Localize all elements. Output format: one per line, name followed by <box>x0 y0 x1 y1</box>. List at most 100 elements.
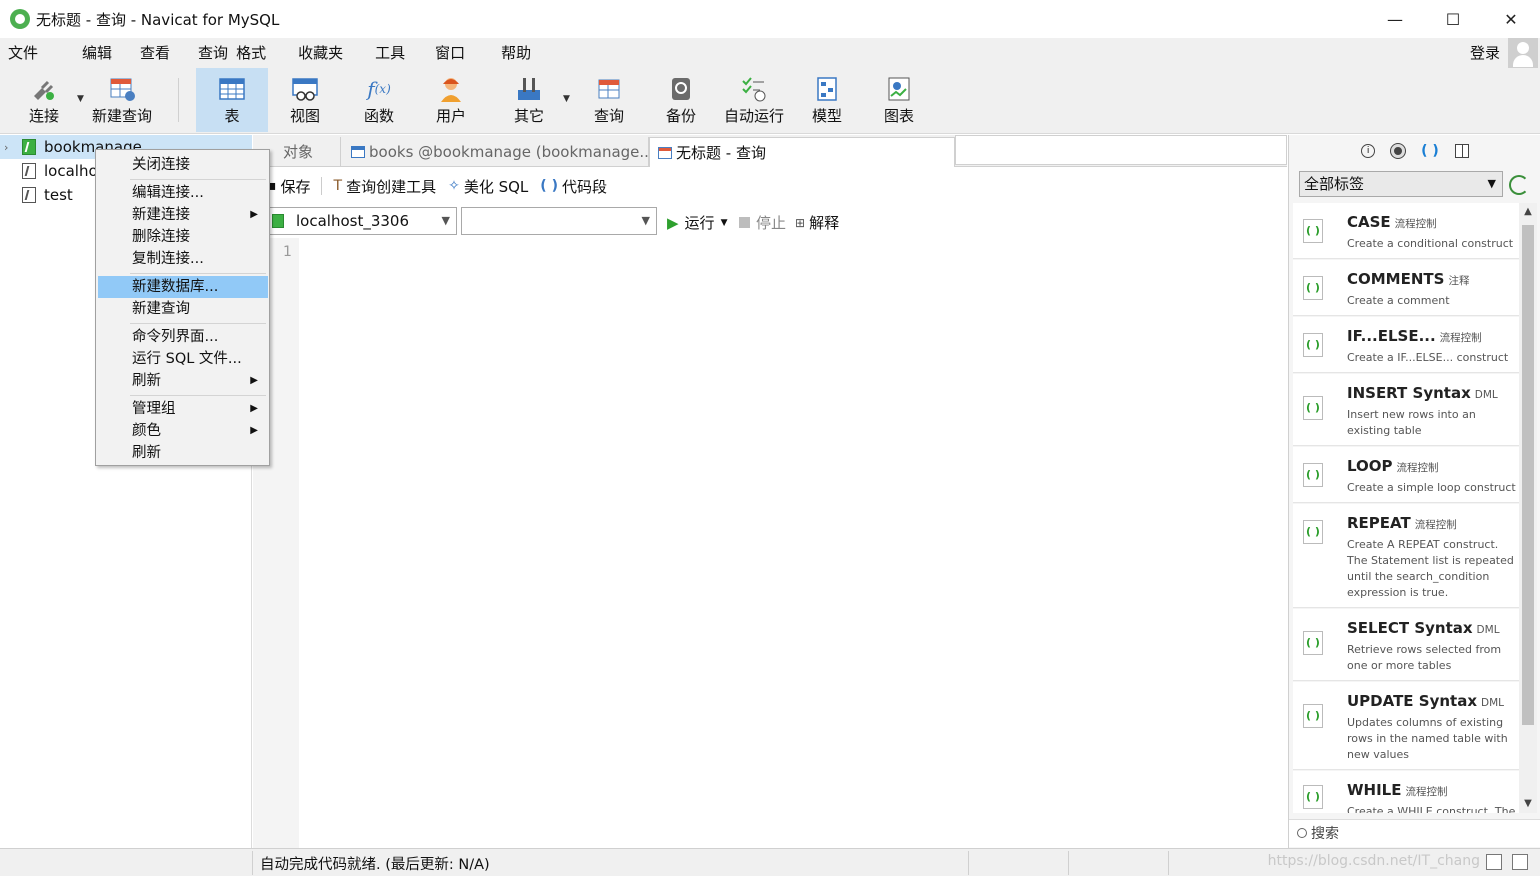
magic-wand-icon: ✧ <box>448 178 460 194</box>
scroll-up-icon[interactable]: ▲ <box>1519 203 1537 221</box>
snippet-title: INSERT Syntax DML <box>1347 384 1498 402</box>
connection-select[interactable]: localhost_3306 ▼ <box>267 207 457 235</box>
line-number: 1 <box>283 244 292 260</box>
plug-icon <box>28 76 56 102</box>
ctx-new-connection[interactable]: 新建连接 ▶ <box>98 204 268 226</box>
snippet-case[interactable]: ( ) CASE 流程控制 Create a conditional constr… <box>1293 203 1519 259</box>
snippet-scrollbar[interactable]: ▲ ▼ <box>1519 203 1537 813</box>
stop-button[interactable]: 停止 <box>739 212 786 233</box>
snippet-title: LOOP 流程控制 <box>1347 457 1439 475</box>
scrollbar-thumb[interactable] <box>1522 225 1534 725</box>
ctx-close-connection[interactable]: 关闭连接 <box>98 154 268 176</box>
snippet-button[interactable]: ( ) 代码段 <box>540 176 607 197</box>
model-button[interactable]: 模型 <box>798 68 856 132</box>
ctx-delete-connection[interactable]: 删除连接 <box>98 226 268 248</box>
ctx-copy-connection[interactable]: 复制连接... <box>98 248 268 270</box>
menu-file[interactable]: 文件 <box>0 38 46 68</box>
login-link[interactable]: 登录 <box>1470 38 1500 68</box>
layout-panel-icon[interactable] <box>1454 144 1469 158</box>
avatar[interactable] <box>1508 38 1538 68</box>
function-button[interactable]: f (x) 函数 <box>350 68 408 132</box>
run-label: 运行 <box>684 214 715 232</box>
submenu-arrow-icon: ▶ <box>250 209 258 220</box>
snippet-repeat[interactable]: ( ) REPEAT 流程控制 Create A REPEAT construct… <box>1293 504 1519 608</box>
snippet-insert[interactable]: ( ) INSERT Syntax DML Insert new rows int… <box>1293 374 1519 446</box>
backup-button[interactable]: 备份 <box>652 68 710 132</box>
view-button[interactable]: 视图 <box>276 68 334 132</box>
tag-filter-select[interactable]: 全部标签 ▼ <box>1299 171 1503 197</box>
menu-favorites[interactable]: 收藏夹 <box>290 38 351 68</box>
new-query-button[interactable]: 新建查询 <box>88 68 156 132</box>
close-button[interactable]: ✕ <box>1482 0 1540 38</box>
query-builder-label: 查询创建工具 <box>346 177 437 196</box>
explain-button[interactable]: ⊞ 解释 <box>795 212 839 233</box>
braces-icon: ( ) <box>540 178 558 194</box>
snippet-comments[interactable]: ( ) COMMENTS 注释 Create a comment <box>1293 260 1519 316</box>
connect-dropdown-icon[interactable]: ▼ <box>77 94 84 104</box>
menu-tools[interactable]: 工具 <box>367 38 413 68</box>
maximize-button[interactable]: ☐ <box>1424 0 1482 38</box>
refresh-icon[interactable] <box>1509 175 1529 195</box>
function-icon: f (x) <box>367 77 391 101</box>
ctx-manage-group[interactable]: 管理组 ▶ <box>98 398 268 420</box>
run-dropdown-icon[interactable]: ▼ <box>721 218 728 228</box>
snippet-category: 流程控制 <box>1405 786 1448 798</box>
other-button[interactable]: 其它 <box>500 68 558 132</box>
user-button[interactable]: 用户 <box>422 68 480 132</box>
table-button[interactable]: 表 <box>196 68 268 132</box>
snippet-loop[interactable]: ( ) LOOP 流程控制 Create a simple loop constr… <box>1293 447 1519 503</box>
play-icon: ▶ <box>667 213 679 232</box>
tab-query[interactable]: 无标题 - 查询 <box>649 137 955 167</box>
snippet-if-else[interactable]: ( ) IF...ELSE... 流程控制 Create a IF...ELSE.… <box>1293 317 1519 373</box>
ctx-new-query[interactable]: 新建查询 <box>98 298 268 320</box>
snippet-description: Create a conditional construct <box>1347 237 1514 250</box>
sql-editor[interactable] <box>299 238 1287 848</box>
ctx-item-label: 管理组 <box>132 401 176 417</box>
expand-chevron-icon[interactable]: › <box>4 141 8 154</box>
menu-edit[interactable]: 编辑 <box>74 38 120 68</box>
database-select[interactable]: ▼ <box>461 207 657 235</box>
ctx-refresh[interactable]: 刷新 <box>98 442 268 464</box>
auto-run-button[interactable]: 自动运行 <box>718 68 790 132</box>
submenu-arrow-icon: ▶ <box>250 403 258 414</box>
other-dropdown-icon[interactable]: ▼ <box>563 94 570 104</box>
query-builder-button[interactable]: T 查询创建工具 <box>334 176 437 197</box>
tab-books[interactable]: books @bookmanage (bookmanage... <box>343 137 649 167</box>
ctx-new-database[interactable]: 新建数据库... <box>98 276 268 298</box>
connect-button[interactable]: 连接 <box>14 68 74 132</box>
ctx-edit-connection[interactable]: 编辑连接... <box>98 182 268 204</box>
query-button[interactable]: 查询 <box>580 68 638 132</box>
snippet-braces-icon[interactable]: ( ) <box>1421 143 1439 159</box>
form-view-icon[interactable] <box>1512 854 1528 870</box>
ctx-color[interactable]: 颜色 ▶ <box>98 420 268 442</box>
snippet-update[interactable]: ( ) UPDATE Syntax DML Updates columns of … <box>1293 682 1519 770</box>
beautify-sql-button[interactable]: ✧ 美化 SQL <box>448 176 528 197</box>
menu-view[interactable]: 查看 <box>132 38 178 68</box>
grid-view-icon[interactable] <box>1486 854 1502 870</box>
ctx-run-sql-file[interactable]: 运行 SQL 文件... <box>98 348 268 370</box>
ctx-command-line[interactable]: 命令列界面... <box>98 326 268 348</box>
scroll-down-icon[interactable]: ▼ <box>1519 795 1537 813</box>
tools-icon <box>515 76 543 102</box>
ctx-refresh-sub[interactable]: 刷新 ▶ <box>98 370 268 392</box>
save-button[interactable]: ▪ 保存 <box>267 176 311 197</box>
nav-item-label: localho <box>44 162 98 180</box>
tab-search-input[interactable] <box>955 135 1287 165</box>
menu-format[interactable]: 格式 <box>228 38 274 68</box>
run-button[interactable]: ▶ 运行 ▼ <box>667 212 727 233</box>
snippet-select[interactable]: ( ) SELECT Syntax DML Retrieve rows selec… <box>1293 609 1519 681</box>
snippet-title: COMMENTS 注释 <box>1347 270 1470 288</box>
snippet-while[interactable]: ( ) WHILE 流程控制 Create a WHILE construct. … <box>1293 771 1519 813</box>
info-icon[interactable]: i <box>1361 144 1376 158</box>
menu-window[interactable]: 窗口 <box>427 38 473 68</box>
snippet-description: Create a simple loop construct <box>1347 481 1516 494</box>
menu-divider <box>130 273 266 274</box>
menu-help[interactable]: 帮助 <box>493 38 539 68</box>
preview-eye-icon[interactable] <box>1391 144 1406 158</box>
snippet-search-input[interactable]: 搜索 <box>1289 819 1540 847</box>
minimize-button[interactable]: — <box>1366 0 1424 38</box>
auto-run-label: 自动运行 <box>723 107 784 125</box>
snippet-category: 流程控制 <box>1414 519 1457 531</box>
chart-button[interactable]: 图表 <box>870 68 928 132</box>
stop-label: 停止 <box>756 214 787 232</box>
